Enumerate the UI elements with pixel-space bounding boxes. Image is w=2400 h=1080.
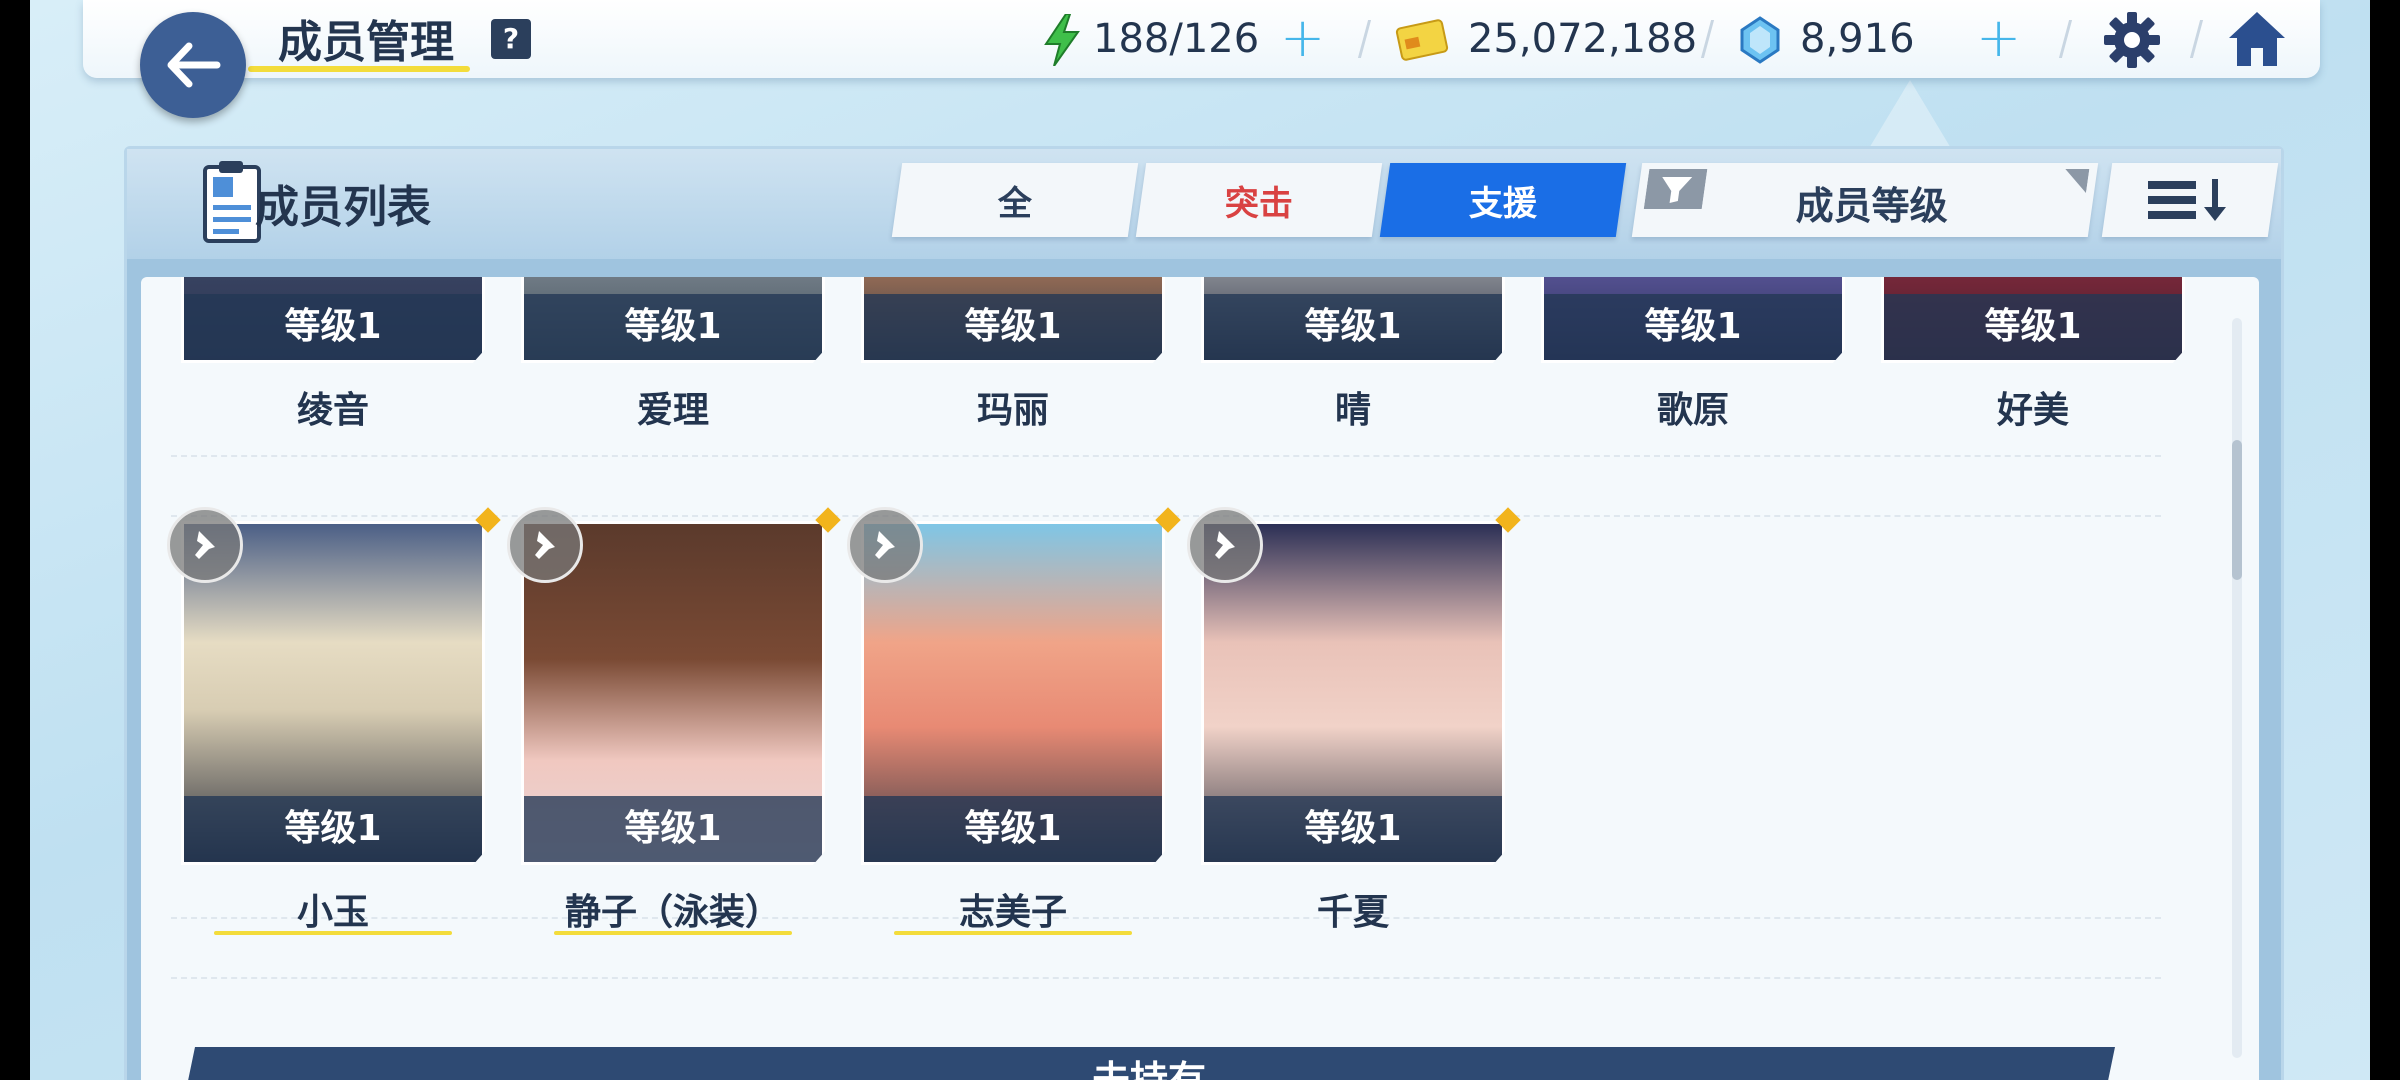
help-icon[interactable]: ? bbox=[491, 19, 531, 59]
member-name: 志美子 bbox=[843, 883, 1183, 935]
scrollbar-track[interactable] bbox=[2232, 318, 2242, 1058]
credit-card-icon bbox=[1395, 19, 1449, 61]
member-name: 静子（泳装） bbox=[503, 883, 843, 935]
gear-icon[interactable] bbox=[2102, 10, 2162, 70]
tab-label: 突击 bbox=[1225, 183, 1293, 224]
member-portrait: 等级1 bbox=[1201, 277, 1505, 363]
panel-title: 成员列表 bbox=[255, 182, 431, 233]
level-label: 等级1 bbox=[1544, 294, 1842, 360]
back-button[interactable] bbox=[140, 12, 246, 118]
level-label: 等级1 bbox=[1204, 294, 1502, 360]
level-label: 等级1 bbox=[864, 294, 1162, 360]
level-label: 等级1 bbox=[184, 294, 482, 360]
member-portrait: 等级1 bbox=[1881, 277, 2185, 363]
pin-button[interactable] bbox=[167, 507, 243, 583]
member-name: 玛丽 bbox=[976, 390, 1049, 431]
member-portrait: 等级1 bbox=[861, 277, 1165, 363]
level-label: 等级1 bbox=[864, 796, 1162, 862]
sort-order-icon bbox=[2148, 179, 2226, 221]
dropdown-corner-icon bbox=[2065, 169, 2090, 193]
member-name: 爱理 bbox=[636, 390, 709, 431]
pin-icon bbox=[535, 531, 555, 559]
pin-icon bbox=[195, 531, 215, 559]
member-name: 小玉 bbox=[163, 883, 503, 935]
level-label: 等级1 bbox=[524, 294, 822, 360]
ap-lightning-icon bbox=[1044, 14, 1080, 66]
row-divider bbox=[171, 977, 2161, 979]
level-label: 等级1 bbox=[1204, 796, 1502, 862]
pin-icon bbox=[875, 531, 895, 559]
credits-value: 25,072,188 bbox=[1468, 16, 1698, 62]
member-name: 绫音 bbox=[296, 390, 369, 431]
level-label: 等级1 bbox=[184, 796, 482, 862]
member-portrait: 等级1 bbox=[521, 277, 825, 363]
member-portrait: 等级1 bbox=[1541, 277, 1845, 363]
tab-assault[interactable]: 突击 bbox=[1135, 163, 1383, 237]
member-grid: 等级1 绫音 等级1 爱理 等级1 玛丽 等级1 晴 等级1 歌原 等级1 好美… bbox=[141, 277, 2259, 1080]
scrollbar-thumb[interactable] bbox=[2232, 440, 2242, 580]
title-underline bbox=[248, 66, 470, 72]
sort-selector[interactable]: 成员等级 bbox=[1631, 163, 2099, 237]
member-name: 晴 bbox=[1334, 390, 1371, 431]
pin-button[interactable] bbox=[507, 507, 583, 583]
pyroxene-value: 8,916 bbox=[1800, 16, 1915, 62]
tab-label: 支援 bbox=[1469, 183, 1537, 224]
home-icon[interactable] bbox=[2225, 8, 2289, 70]
sort-label: 成员等级 bbox=[1795, 184, 1948, 228]
tab-label: 全 bbox=[998, 183, 1032, 224]
pin-icon bbox=[1215, 531, 1235, 559]
not-owned-section-header: 未持有 bbox=[183, 1047, 2115, 1080]
member-name: 歌原 bbox=[1656, 390, 1729, 431]
back-arrow-icon bbox=[167, 42, 221, 88]
member-list-icon bbox=[203, 161, 261, 243]
member-name: 好美 bbox=[1996, 390, 2069, 431]
pyroxene-gem-icon bbox=[1740, 16, 1780, 64]
tab-support[interactable]: 支援 bbox=[1379, 163, 1627, 237]
page-title: 成员管理 bbox=[278, 17, 454, 68]
game-screen: 成员管理 ? 188/126 + 25,072,188 8,916 + 成员列表… bbox=[30, 0, 2370, 1080]
level-label: 等级1 bbox=[524, 796, 822, 862]
member-list-panel: 成员列表 全 突击 支援 成员等级 等级1 绫音 等级1 爱理 等级1 玛丽 等… bbox=[124, 146, 2284, 1080]
member-name: 千夏 bbox=[1316, 892, 1389, 933]
ap-add-button[interactable]: + bbox=[1280, 11, 1325, 65]
pin-button[interactable] bbox=[847, 507, 923, 583]
row-divider bbox=[171, 455, 2161, 457]
tab-all[interactable]: 全 bbox=[891, 163, 1139, 237]
ap-value: 188/126 bbox=[1093, 16, 1260, 62]
sort-order-button[interactable] bbox=[2101, 163, 2279, 237]
filter-icon bbox=[1643, 169, 1708, 209]
pyroxene-add-button[interactable]: + bbox=[1976, 11, 2021, 65]
level-label: 等级1 bbox=[1884, 294, 2182, 360]
member-portrait: 等级1 bbox=[181, 277, 485, 363]
pin-button[interactable] bbox=[1187, 507, 1263, 583]
